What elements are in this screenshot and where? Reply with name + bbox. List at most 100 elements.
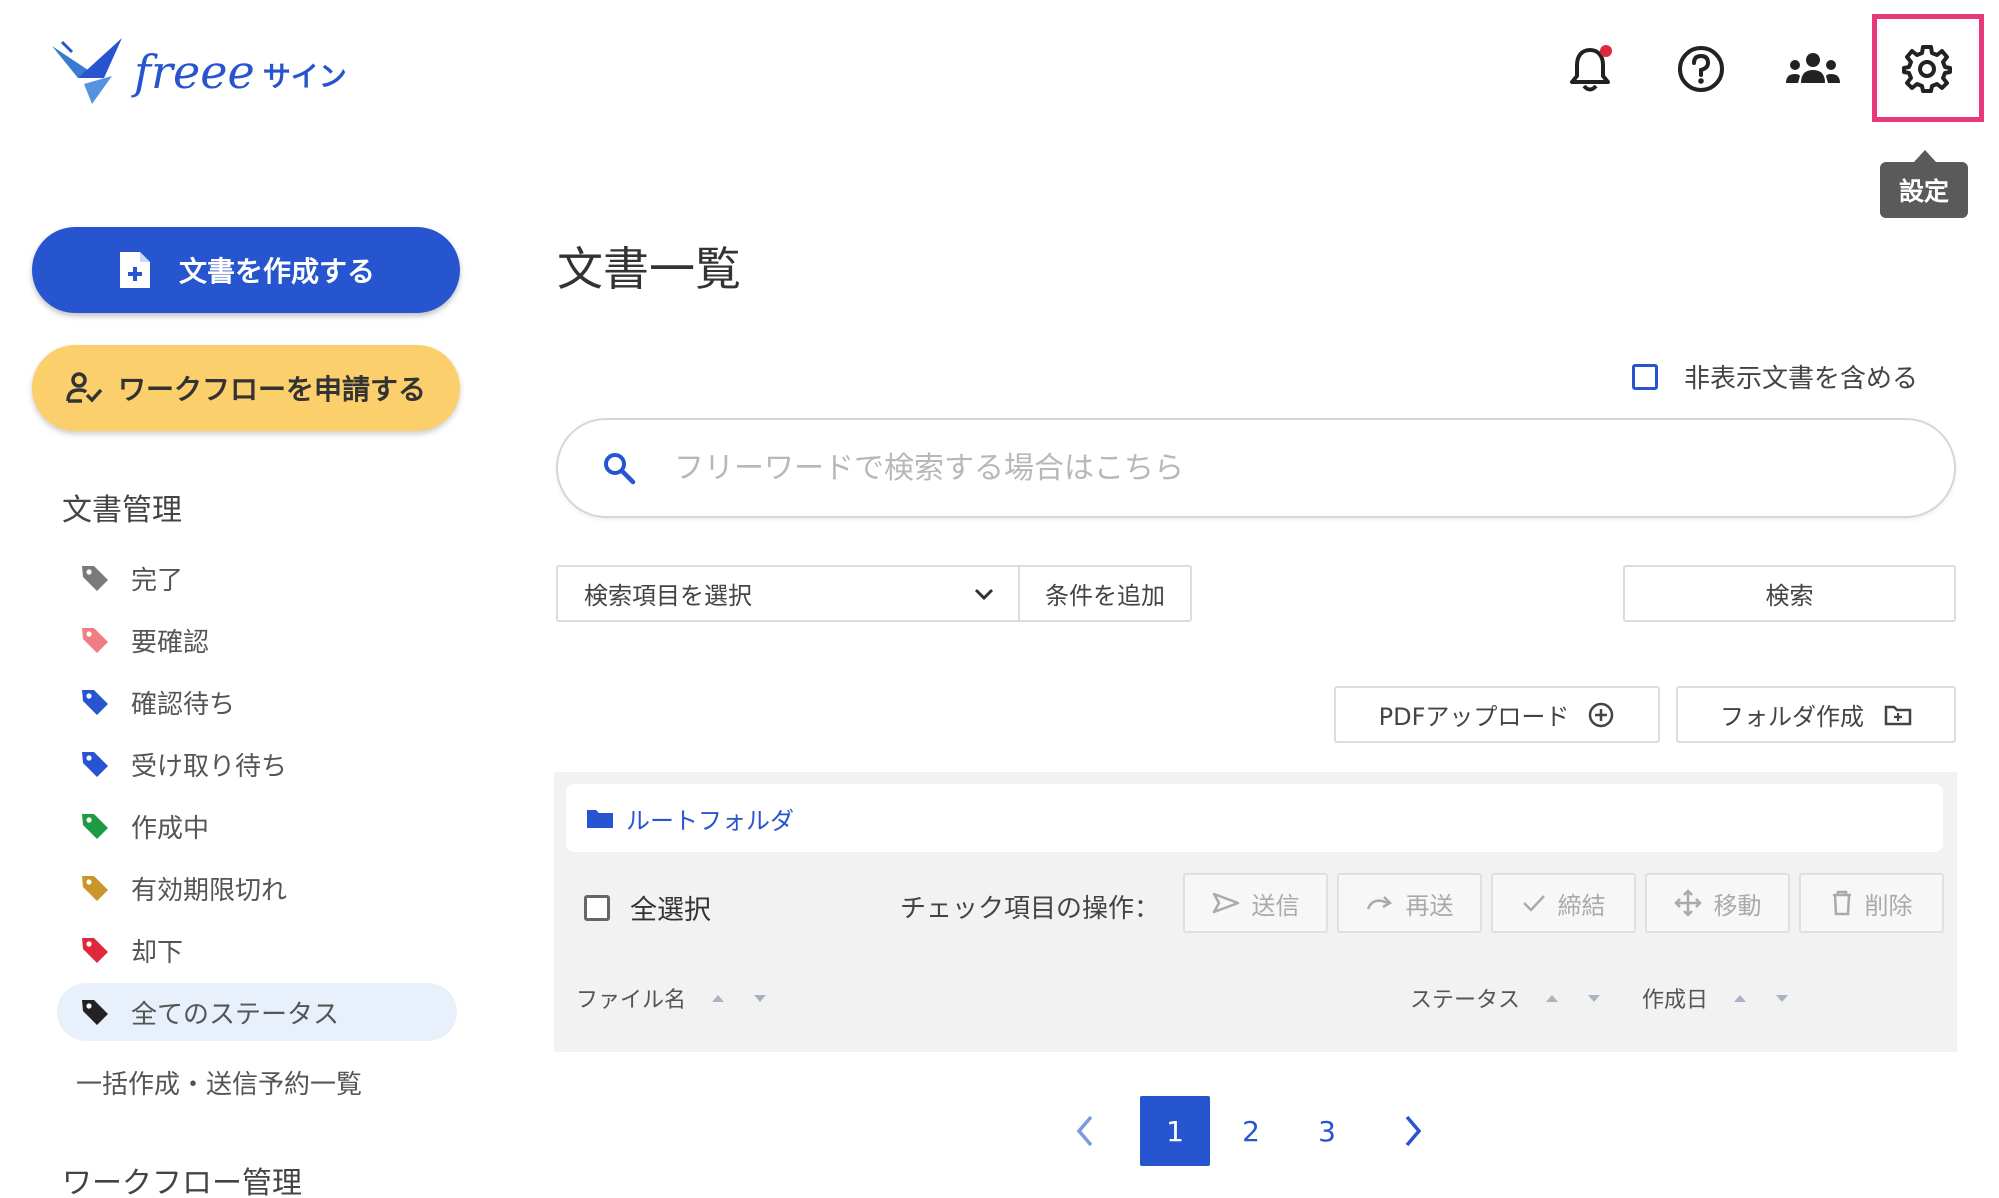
- team-icon: [1786, 53, 1840, 83]
- settings-tooltip: 設定: [1880, 150, 1968, 218]
- search-bar[interactable]: [556, 418, 1956, 518]
- create-folder-label: フォルダ作成: [1720, 703, 1864, 731]
- bulk-schedule-link[interactable]: 一括作成・送信予約一覧: [76, 1064, 362, 1101]
- move-button[interactable]: 移動: [1645, 873, 1790, 933]
- sort-asc-icon[interactable]: [1546, 994, 1559, 1002]
- settings-button[interactable]: [1885, 26, 1969, 110]
- pagination-next-button[interactable]: [1378, 1096, 1448, 1166]
- select-all-checkbox[interactable]: [584, 894, 610, 921]
- sidebar-status-item[interactable]: 作成中: [57, 797, 457, 855]
- workflow-apply-button[interactable]: ワークフローを申請する: [32, 345, 460, 431]
- folder-plus-icon: [1884, 705, 1912, 725]
- sidebar-status-item[interactable]: 要確認: [57, 611, 457, 669]
- column-created[interactable]: 作成日: [1642, 982, 1789, 1014]
- team-button[interactable]: [1778, 34, 1848, 104]
- created-sort[interactable]: [1734, 994, 1789, 1002]
- sort-desc-icon[interactable]: [1588, 994, 1601, 1002]
- sidebar-status-label: 確認待ち: [131, 689, 236, 720]
- chevron-right-icon: [1405, 1115, 1422, 1147]
- root-folder-label: ルートフォルダ: [626, 806, 794, 835]
- doc-management-title: 文書管理: [62, 493, 182, 528]
- person-check-icon: [66, 372, 103, 403]
- conclude-button[interactable]: 締結: [1491, 873, 1636, 933]
- sort-desc-icon[interactable]: [754, 994, 767, 1002]
- add-condition-button[interactable]: 条件を追加: [1018, 565, 1192, 622]
- sidebar-status-item[interactable]: 全てのステータス: [57, 983, 457, 1041]
- search-field-select-label: 検索項目を選択: [584, 582, 752, 610]
- sort-asc-icon[interactable]: [1734, 994, 1747, 1002]
- chevron-left-icon: [1076, 1115, 1093, 1147]
- tag-icon: [82, 752, 108, 777]
- delete-button[interactable]: 削除: [1799, 873, 1944, 933]
- add-document-icon: [119, 252, 150, 288]
- include-hidden-toggle[interactable]: 非表示文書を含める: [1632, 358, 1918, 395]
- conclude-label: 締結: [1557, 891, 1606, 920]
- include-hidden-checkbox[interactable]: [1632, 363, 1658, 390]
- root-folder-breadcrumb[interactable]: ルートフォルダ: [566, 784, 1943, 852]
- send-label: 送信: [1251, 891, 1300, 920]
- sidebar-status-item[interactable]: 却下: [57, 921, 457, 979]
- column-status[interactable]: ステータス: [1410, 982, 1601, 1014]
- sidebar-status-item[interactable]: 有効期限切れ: [57, 859, 457, 917]
- tag-icon: [82, 628, 108, 653]
- sidebar-status-item[interactable]: 受け取り待ち: [57, 735, 457, 793]
- check-icon: [1522, 895, 1545, 912]
- create-document-button[interactable]: 文書を作成する: [32, 227, 460, 313]
- folder-icon: [587, 810, 613, 828]
- send-button[interactable]: 送信: [1183, 873, 1328, 933]
- pagination-page-2[interactable]: 2: [1216, 1096, 1286, 1166]
- page-title: 文書一覧: [557, 242, 741, 296]
- create-document-label: 文書を作成する: [178, 255, 375, 288]
- help-icon: [1678, 46, 1724, 92]
- workflow-management-title: ワークフロー管理: [62, 1166, 302, 1198]
- sidebar-status-item[interactable]: 完了: [57, 549, 457, 607]
- tag-icon: [82, 876, 108, 901]
- search-icon: [604, 453, 636, 485]
- trash-icon: [1832, 890, 1851, 916]
- sort-asc-icon[interactable]: [712, 994, 725, 1002]
- search-button[interactable]: 検索: [1623, 565, 1956, 622]
- search-field-select[interactable]: 検索項目を選択: [556, 565, 1020, 622]
- select-all-toggle[interactable]: 全選択: [584, 888, 711, 927]
- sidebar-status-item[interactable]: 確認待ち: [57, 673, 457, 731]
- tag-icon: [82, 938, 108, 963]
- bird-icon: [52, 38, 122, 104]
- delete-label: 削除: [1864, 891, 1913, 920]
- column-created-label: 作成日: [1642, 988, 1709, 1013]
- sidebar-status-label: 全てのステータス: [131, 999, 340, 1030]
- pagination-page-3[interactable]: 3: [1292, 1096, 1362, 1166]
- tag-icon: [82, 1000, 108, 1025]
- resend-button[interactable]: 再送: [1337, 873, 1482, 933]
- help-button[interactable]: [1666, 34, 1736, 104]
- sidebar-status-label: 要確認: [131, 627, 210, 658]
- create-folder-button[interactable]: フォルダ作成: [1676, 686, 1956, 743]
- tag-icon: [82, 814, 108, 839]
- column-file-name-label: ファイル名: [576, 988, 687, 1013]
- include-hidden-label: 非表示文書を含める: [1684, 364, 1919, 394]
- resend-label: 再送: [1405, 891, 1454, 920]
- gear-icon: [1902, 45, 1952, 93]
- sidebar-status-label: 却下: [131, 937, 184, 968]
- bell-icon: [1570, 45, 1612, 92]
- logo-brand: freee: [134, 45, 255, 99]
- pdf-upload-label: PDFアップロード: [1378, 703, 1570, 731]
- redo-icon: [1366, 896, 1392, 910]
- sidebar-status-label: 完了: [131, 565, 184, 596]
- sidebar-status-label: 受け取り待ち: [131, 751, 288, 782]
- chevron-down-icon: [974, 588, 994, 600]
- pagination-page-1[interactable]: 1: [1140, 1096, 1210, 1166]
- workflow-apply-label: ワークフローを申請する: [117, 373, 426, 406]
- status-sort[interactable]: [1546, 994, 1601, 1002]
- pdf-upload-button[interactable]: PDFアップロード: [1334, 686, 1660, 743]
- sort-desc-icon[interactable]: [1776, 994, 1789, 1002]
- column-file-name[interactable]: ファイル名: [576, 982, 767, 1014]
- move-label: 移動: [1713, 891, 1762, 920]
- search-input[interactable]: [674, 450, 1874, 486]
- notification-button[interactable]: [1555, 34, 1625, 104]
- pagination-prev-button[interactable]: [1050, 1096, 1120, 1166]
- freee-sign-logo[interactable]: freee サイン: [48, 32, 368, 112]
- select-all-label: 全選択: [630, 895, 711, 926]
- file-name-sort[interactable]: [712, 994, 767, 1002]
- plus-circle-icon: [1589, 702, 1614, 727]
- sidebar-status-label: 有効期限切れ: [131, 875, 288, 906]
